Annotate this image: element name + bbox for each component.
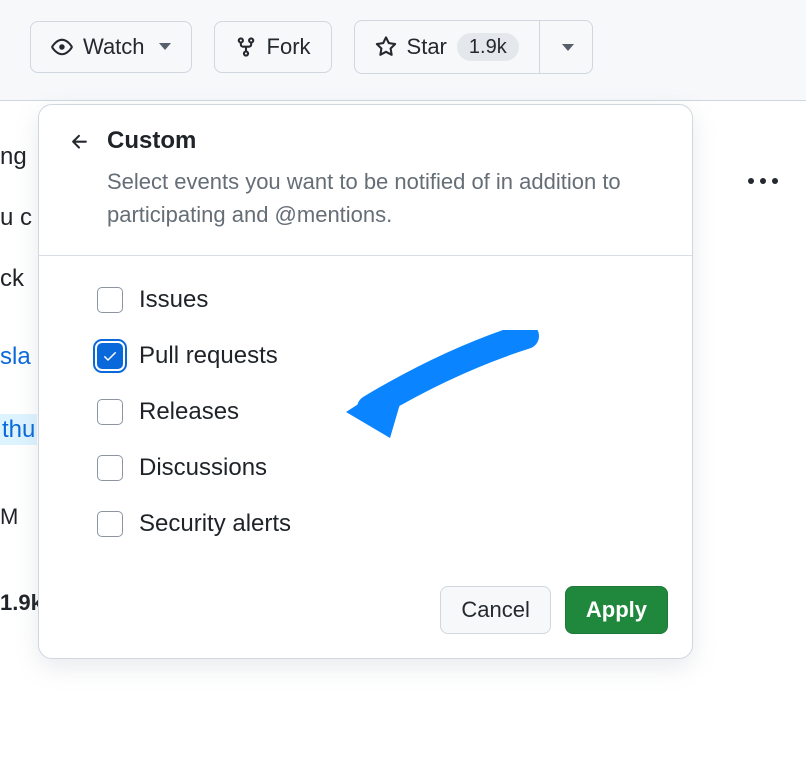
checkbox[interactable] [97,511,123,537]
bg-topic-tag[interactable]: thu [0,414,37,445]
watch-custom-dropdown: Custom Select events you want to be noti… [38,104,693,659]
bg-stars-count: 1.9k [0,590,43,615]
fork-button[interactable]: Fork [214,21,332,73]
cancel-button[interactable]: Cancel [440,586,550,634]
dropdown-header: Custom Select events you want to be noti… [39,105,692,256]
checkbox-label: Releases [139,398,239,426]
checkbox-row-pull-requests[interactable]: Pull requests [97,342,662,370]
dropdown-description: Select events you want to be notified of… [107,165,662,231]
star-icon [375,36,397,58]
apply-button[interactable]: Apply [565,586,668,634]
dropdown-title: Custom [107,127,662,155]
dropdown-footer: Cancel Apply [39,576,692,658]
checkbox[interactable] [97,455,123,481]
star-button-group: Star 1.9k [354,20,593,74]
repo-action-bar: Watch Fork Star 1.9k [0,0,806,101]
checkbox-row-discussions[interactable]: Discussions [97,454,662,482]
checkbox-row-security-alerts[interactable]: Security alerts [97,510,662,538]
checkbox-row-releases[interactable]: Releases [97,398,662,426]
star-label: Star [407,34,447,60]
star-count: 1.9k [457,33,519,61]
star-dropdown-button[interactable] [540,20,593,74]
kebab-menu-button[interactable] [748,178,778,184]
checkbox-label: Issues [139,286,208,314]
caret-down-icon [562,44,574,51]
checkbox[interactable] [97,343,123,369]
checkbox-label: Pull requests [139,342,278,370]
checkbox-label: Security alerts [139,510,291,538]
fork-label: Fork [267,34,311,60]
fork-icon [235,36,257,58]
dropdown-body: Issues Pull requests Releases Discussion… [39,256,692,576]
checkbox-row-issues[interactable]: Issues [97,286,662,314]
eye-icon [51,36,73,58]
checkbox-label: Discussions [139,454,267,482]
checkbox[interactable] [97,399,123,425]
watch-button[interactable]: Watch [30,21,192,73]
bg-link[interactable]: sla [0,343,31,370]
caret-down-icon [159,43,171,50]
back-arrow-icon[interactable] [69,131,91,231]
watch-label: Watch [83,34,145,60]
checkbox[interactable] [97,287,123,313]
star-button[interactable]: Star 1.9k [354,20,540,74]
